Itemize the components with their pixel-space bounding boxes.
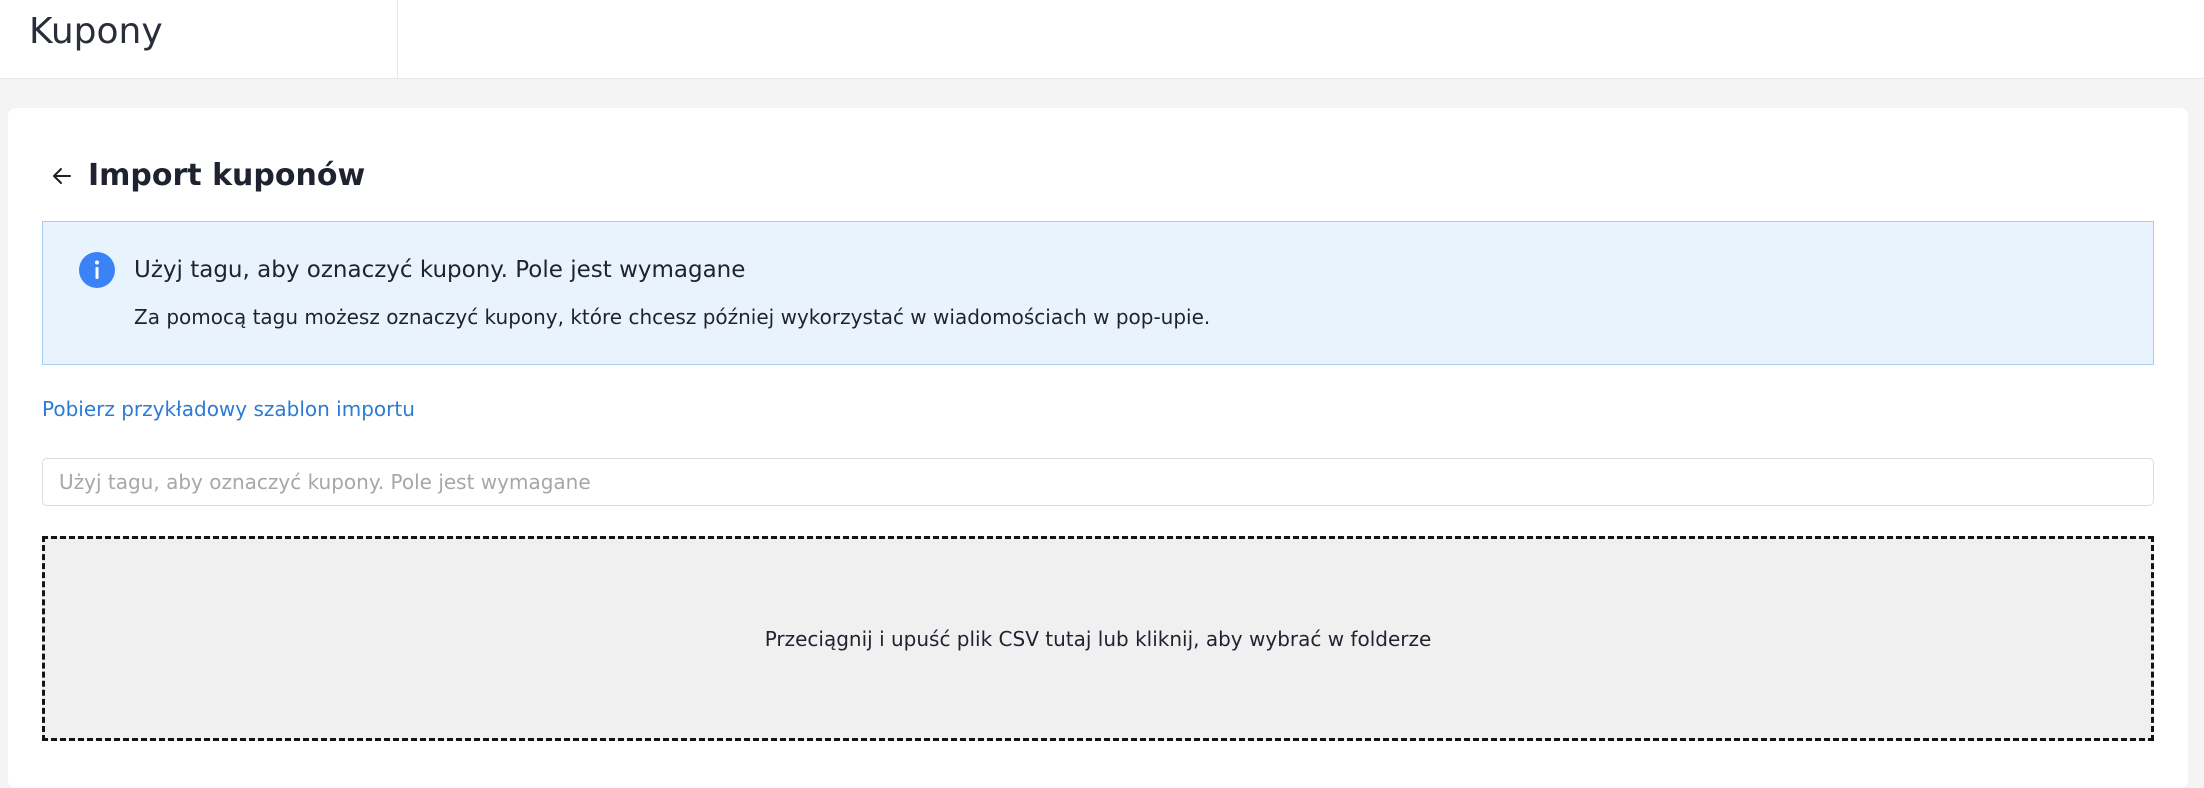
tag-input[interactable] [42, 458, 2154, 506]
info-alert-title: Użyj tagu, aby oznaczyć kupony. Pole jes… [134, 257, 746, 283]
arrow-left-icon [53, 168, 71, 184]
import-card: Import kuponów Użyj tagu, aby oznaczyć k… [8, 108, 2188, 788]
top-bar-title-cell: Kupony [0, 0, 398, 79]
app-section-title: Kupony [29, 11, 163, 52]
csv-dropzone[interactable]: Przeciągnij i upuść plik CSV tutaj lub k… [42, 536, 2154, 741]
dropzone-label: Przeciągnij i upuść plik CSV tutaj lub k… [764, 626, 1432, 651]
page-title: Import kuponów [88, 158, 366, 193]
info-alert: Użyj tagu, aby oznaczyć kupony. Pole jes… [42, 221, 2154, 365]
download-template-link[interactable]: Pobierz przykładowy szablon importu [42, 394, 415, 424]
top-bar: Kupony [0, 0, 2204, 79]
info-icon [79, 252, 115, 288]
info-alert-text: Za pomocą tagu możesz oznaczyć kupony, k… [134, 305, 1211, 329]
back-button[interactable] [42, 156, 82, 196]
